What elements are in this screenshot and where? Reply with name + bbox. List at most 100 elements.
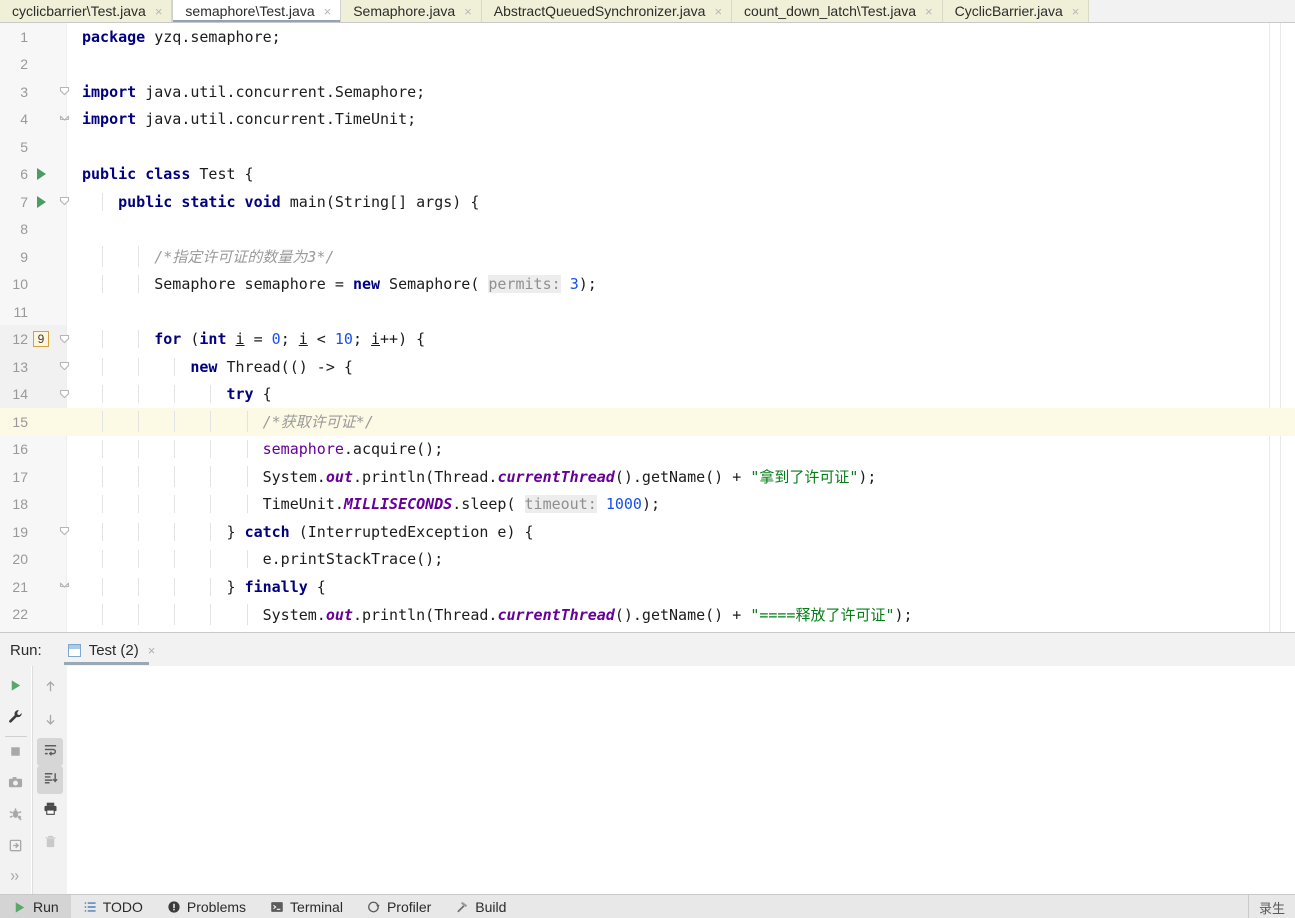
- code-token: TimeUnit.: [82, 495, 344, 514]
- code-line[interactable]: 22 System.out.println(Thread.currentThre…: [0, 601, 1295, 629]
- code-line[interactable]: 16 semaphore.acquire();: [0, 436, 1295, 464]
- code-line[interactable]: 6 public class Test {: [0, 161, 1295, 189]
- line-number: 6: [20, 166, 28, 183]
- code-line-text: /*指定许可证的数量为3*/: [74, 246, 1295, 268]
- status-bar-item-run[interactable]: Run: [0, 895, 71, 918]
- status-bar-item-terminal[interactable]: Terminal: [258, 895, 355, 918]
- code-token: .sleep(: [452, 495, 525, 514]
- fold-open-icon[interactable]: [54, 334, 74, 345]
- indent-guide: [210, 522, 212, 541]
- indent-guide: [138, 603, 140, 625]
- code-line[interactable]: 9 /*指定许可证的数量为3*/: [0, 243, 1295, 271]
- editor-tab-5[interactable]: CyclicBarrier.java ×: [942, 0, 1090, 22]
- editor-tab-2[interactable]: Semaphore.java ×: [341, 0, 482, 22]
- trash-icon: [43, 834, 58, 854]
- code-line[interactable]: 2: [0, 51, 1295, 79]
- inspection-count-badge[interactable]: 9: [28, 331, 54, 348]
- code-token: try: [226, 385, 254, 404]
- editor-tab-0[interactable]: cyclicbarrier\Test.java ×: [0, 0, 173, 22]
- run-tab-test[interactable]: Test (2) ×: [60, 633, 164, 667]
- fold-open-icon[interactable]: [54, 389, 74, 400]
- fold-open-icon[interactable]: [54, 526, 74, 537]
- code-line[interactable]: 15 /*获取许可证*/: [0, 408, 1295, 436]
- run-gutter-icon[interactable]: [28, 195, 54, 208]
- badge-label: 9: [32, 331, 50, 348]
- close-icon[interactable]: ×: [155, 5, 163, 18]
- export-button[interactable]: [3, 832, 29, 863]
- thread-dump-button[interactable]: [3, 801, 29, 832]
- code-line[interactable]: 21 } finally {: [0, 573, 1295, 601]
- status-bar-item-label: Build: [475, 899, 507, 915]
- line-number: 21: [12, 578, 28, 595]
- code-line[interactable]: 5: [0, 133, 1295, 161]
- indent-guide: [174, 577, 176, 596]
- status-bar-item-problems[interactable]: Problems: [155, 895, 258, 918]
- code-token: (InterruptedException e) {: [289, 522, 534, 541]
- code-editor[interactable]: 1 package yzq.semaphore; 2 3 import java.uti…: [0, 23, 1295, 632]
- down-button[interactable]: [37, 705, 63, 738]
- code-line[interactable]: 8: [0, 216, 1295, 244]
- soft-wrap-button[interactable]: [37, 738, 63, 766]
- console-output[interactable]: [68, 666, 1295, 894]
- clear-button[interactable]: [37, 827, 63, 860]
- code-line[interactable]: 17 System.out.println(Thread.currentThre…: [0, 463, 1295, 491]
- fold-open-icon[interactable]: [54, 361, 74, 372]
- close-icon[interactable]: ×: [714, 5, 722, 18]
- more-button[interactable]: [3, 863, 29, 894]
- close-icon[interactable]: ×: [464, 5, 472, 18]
- play-icon[interactable]: [36, 195, 46, 208]
- code-line[interactable]: 4 import java.util.concurrent.TimeUnit;: [0, 106, 1295, 134]
- indent-guide: [102, 192, 104, 211]
- fold-open-icon[interactable]: [54, 196, 74, 207]
- code-line-text: public class Test {: [74, 165, 1295, 183]
- editor-tab-label: Semaphore.java: [353, 3, 456, 19]
- editor-tab-4[interactable]: count_down_latch\Test.java ×: [732, 0, 943, 22]
- code-line[interactable]: 3 import java.util.concurrent.Semaphore;: [0, 78, 1295, 106]
- code-line[interactable]: 12 9 for (int i = 0; i < 10; i++) {: [0, 326, 1295, 354]
- close-icon[interactable]: ×: [148, 643, 156, 658]
- run-gutter-icon[interactable]: [28, 168, 54, 181]
- code-line[interactable]: 1 package yzq.semaphore;: [0, 23, 1295, 51]
- indent-guide: [102, 603, 104, 625]
- rerun-button[interactable]: [3, 672, 29, 703]
- code-line[interactable]: 7 public static void main(String[] args)…: [0, 188, 1295, 216]
- fold-open-icon[interactable]: [54, 86, 74, 97]
- stop-button[interactable]: [3, 739, 29, 770]
- close-icon[interactable]: ×: [1072, 5, 1080, 18]
- status-bar-item-profiler[interactable]: Profiler: [355, 895, 443, 918]
- up-button[interactable]: [37, 672, 63, 705]
- line-number: 12: [12, 331, 28, 348]
- code-line[interactable]: 19 } catch (InterruptedException e) {: [0, 518, 1295, 546]
- bug-icon: [8, 807, 23, 827]
- close-icon[interactable]: ×: [324, 5, 332, 18]
- code-line[interactable]: 14 try {: [0, 381, 1295, 409]
- code-token: 10: [334, 330, 353, 349]
- configure-button[interactable]: [3, 703, 29, 734]
- editor-tab-3[interactable]: AbstractQueuedSynchronizer.java ×: [481, 0, 733, 22]
- code-line[interactable]: 11: [0, 298, 1295, 326]
- code-line[interactable]: 18 TimeUnit.MILLISECONDS.sleep( timeout:…: [0, 491, 1295, 519]
- status-bar-item-todo[interactable]: TODO: [71, 895, 155, 918]
- run-panel-label: Run:: [10, 641, 42, 659]
- code-line[interactable]: 20 e.printStackTrace();: [0, 546, 1295, 574]
- indent-guide: [102, 550, 104, 569]
- tabs-container: cyclicbarrier\Test.java × semaphore\Test.j…: [0, 0, 1090, 22]
- close-icon[interactable]: ×: [925, 5, 933, 18]
- status-bar-item-build[interactable]: Build: [443, 895, 518, 918]
- editor-tab-1[interactable]: semaphore\Test.java ×: [172, 0, 342, 22]
- print-button[interactable]: [37, 794, 63, 827]
- scroll-end-button[interactable]: [37, 766, 63, 794]
- play-icon[interactable]: [36, 168, 46, 181]
- screenshot-button[interactable]: [3, 770, 29, 801]
- code-token: );: [858, 468, 877, 487]
- line-number: 1: [20, 28, 28, 45]
- code-token: i: [371, 330, 381, 349]
- code-token: new: [352, 275, 381, 294]
- code-line[interactable]: 10 Semaphore semaphore = new Semaphore( …: [0, 271, 1295, 299]
- status-bar-items: Run TODO Problems Terminal Profiler Build: [0, 895, 518, 918]
- fold-end-icon[interactable]: [54, 581, 74, 592]
- fold-end-icon[interactable]: [54, 114, 74, 125]
- status-bar-item-label: Profiler: [386, 899, 432, 915]
- code-line[interactable]: 13 new Thread(() -> {: [0, 353, 1295, 381]
